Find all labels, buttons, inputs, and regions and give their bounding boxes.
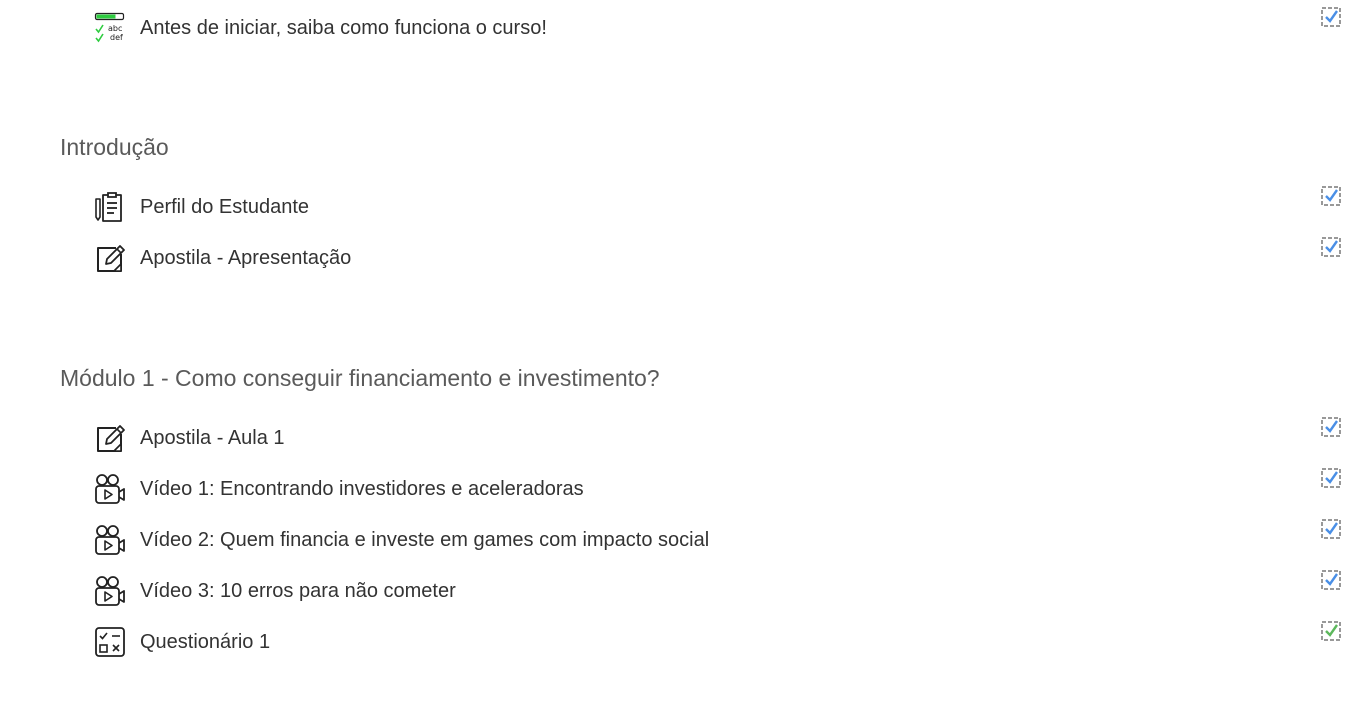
feedback-icon: abc def bbox=[94, 12, 126, 44]
completion-checkbox-auto[interactable] bbox=[1320, 620, 1342, 642]
activity-link[interactable]: Vídeo 3: 10 erros para não cometer bbox=[140, 578, 456, 604]
edit-icon bbox=[94, 242, 126, 274]
activity-link[interactable]: Apostila - Apresentação bbox=[140, 245, 351, 271]
activity-link[interactable]: Apostila - Aula 1 bbox=[140, 425, 285, 451]
video-camera-icon bbox=[94, 473, 126, 505]
activity-video-1: Vídeo 1: Encontrando investidores e acel… bbox=[94, 468, 1342, 509]
completion-checkbox-manual[interactable] bbox=[1320, 467, 1342, 489]
activity-perfil-estudante: Perfil do Estudante bbox=[94, 186, 1342, 227]
activity-link[interactable]: Antes de iniciar, saiba como funciona o … bbox=[140, 15, 547, 41]
video-camera-icon bbox=[94, 575, 126, 607]
activity-link[interactable]: Vídeo 1: Encontrando investidores e acel… bbox=[140, 476, 584, 502]
feedback-icon-text-bottom: def bbox=[110, 33, 123, 42]
section-title-modulo-1: Módulo 1 - Como conseguir financiamento … bbox=[60, 365, 660, 391]
edit-icon bbox=[94, 422, 126, 454]
video-camera-icon bbox=[94, 524, 126, 556]
activity-apostila-aula-1: Apostila - Aula 1 bbox=[94, 417, 1342, 458]
completion-checkbox-manual[interactable] bbox=[1320, 236, 1342, 258]
quiz-icon bbox=[94, 626, 126, 658]
completion-checkbox-manual[interactable] bbox=[1320, 569, 1342, 591]
feedback-icon-text-top: abc bbox=[108, 24, 122, 33]
section-title-introducao: Introdução bbox=[60, 134, 169, 160]
activity-questionario-1: Questionário 1 bbox=[94, 621, 1342, 662]
clipboard-pencil-icon bbox=[94, 191, 126, 223]
activity-video-3: Vídeo 3: 10 erros para não cometer bbox=[94, 570, 1342, 611]
completion-checkbox-manual[interactable] bbox=[1320, 416, 1342, 438]
activity-feedback: abc def Antes de iniciar, saiba como fun… bbox=[94, 7, 1342, 48]
activity-link[interactable]: Questionário 1 bbox=[140, 629, 270, 655]
completion-checkbox-manual[interactable] bbox=[1320, 6, 1342, 28]
activity-link[interactable]: Vídeo 2: Quem financia e investe em game… bbox=[140, 527, 709, 553]
completion-checkbox-manual[interactable] bbox=[1320, 185, 1342, 207]
activity-apostila-apresentacao: Apostila - Apresentação bbox=[94, 237, 1342, 278]
course-page: abc def Antes de iniciar, saiba como fun… bbox=[0, 0, 1366, 725]
activity-link[interactable]: Perfil do Estudante bbox=[140, 194, 309, 220]
activity-video-2: Vídeo 2: Quem financia e investe em game… bbox=[94, 519, 1342, 560]
completion-checkbox-manual[interactable] bbox=[1320, 518, 1342, 540]
